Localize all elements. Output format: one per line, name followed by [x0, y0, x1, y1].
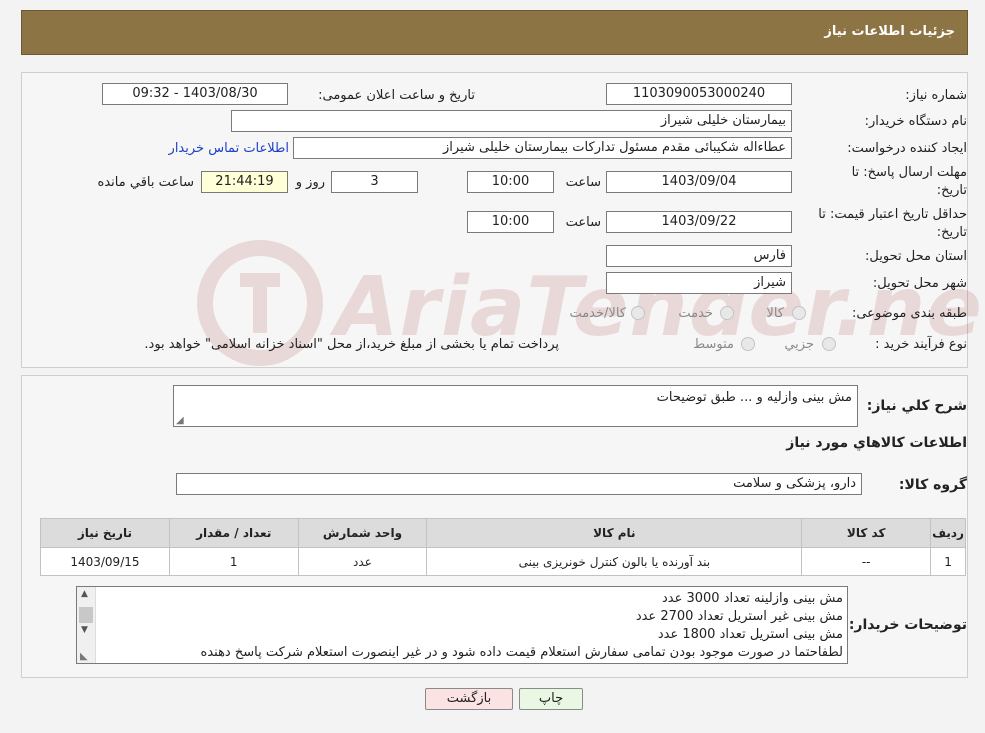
cell-unit: عدد — [297, 547, 428, 576]
col-unit: واحد شمارش — [297, 518, 428, 548]
goods-info-title: اطلاعات کالاهاي مورد نياز — [786, 435, 967, 451]
radio-service-label: خدمت — [678, 306, 713, 321]
category-label: طبقه بندی موضوعی: — [851, 306, 967, 321]
radio-goods-service[interactable] — [631, 306, 645, 320]
goods-table: رديف کد کالا نام کالا واحد شمارش تعداد /… — [40, 518, 966, 576]
buyer-note-line: مش بینی وازلینه تعداد 3000 عدد — [661, 591, 843, 606]
validity-date-field: 1403/09/22 — [606, 211, 792, 233]
scroll-thumb[interactable] — [79, 607, 93, 623]
col-code: کد کالا — [801, 518, 932, 548]
print-button[interactable]: چاپ — [519, 688, 583, 710]
announce-label: تاریخ و ساعت اعلان عمومی: — [318, 88, 475, 103]
buyer-notes-textarea[interactable]: مش بینی وازلینه تعداد 3000 عدد مش بینی غ… — [76, 586, 848, 664]
radio-goods[interactable] — [792, 306, 806, 320]
validity-time-label: ساعت — [565, 215, 601, 230]
cell-name: بند آورنده یا بالون کنترل خونریزی بینی — [426, 547, 803, 576]
back-button[interactable]: بازگشت — [425, 688, 513, 710]
description-text: مش بینی وازلیه و ... طبق توضیحات — [656, 390, 852, 405]
province-field: فارس — [606, 245, 792, 267]
radio-partial-label: جزیي — [784, 337, 814, 352]
scroll-down-icon[interactable]: ▼ — [81, 625, 88, 635]
validity-time-field: 10:00 — [467, 211, 554, 233]
goods-group-field: دارو، پزشکی و سلامت — [176, 473, 862, 495]
description-textarea[interactable]: مش بینی وازلیه و ... طبق توضیحات ◢ — [173, 385, 858, 427]
description-label: شرح کلي نياز: — [866, 398, 967, 414]
page-title: جزئیات اطلاعات نیاز — [824, 24, 955, 39]
resize-grip-icon: ◢ — [176, 415, 184, 426]
radio-partial[interactable] — [822, 337, 836, 351]
province-label: استان محل تحویل: — [865, 249, 967, 264]
deadline-label-2: تاریخ: — [936, 183, 967, 198]
buyer-note-line: مش بینی غیر استریل تعداد 2700 عدد — [635, 609, 843, 624]
scroll-up-icon[interactable]: ▲ — [81, 589, 88, 599]
table-header-row: رديف کد کالا نام کالا واحد شمارش تعداد /… — [40, 518, 966, 548]
radio-goods-label: کالا — [766, 306, 784, 321]
purchase-note: پرداخت تمام یا بخشی از مبلغ خرید،از محل … — [144, 337, 559, 352]
radio-medium[interactable] — [741, 337, 755, 351]
purchase-type-label: نوع فرآیند خرید : — [875, 337, 967, 352]
days-label: روز و — [295, 175, 325, 190]
col-qty: تعداد / مقدار — [168, 518, 299, 548]
goods-group-label: گروه کالا: — [898, 477, 967, 493]
deadline-label: مهلت ارسال پاسخ: تا — [851, 165, 967, 180]
buyer-org-field: بیمارستان خلیلی شیراز — [231, 110, 792, 132]
cell-date: 1403/09/15 — [40, 547, 170, 576]
buyer-note-line: لطفاحتما در صورت موجود بودن تمامی سفارش … — [200, 645, 843, 660]
announce-field: 1403/08/30 - 09:32 — [102, 83, 288, 105]
radio-goods-service-label: کالا/خدمت — [569, 306, 626, 321]
creator-label: ایجاد کننده درخواست: — [847, 141, 967, 156]
cell-row: 1 — [930, 547, 966, 576]
contact-info-link[interactable]: اطلاعات تماس خریدار — [169, 141, 289, 156]
need-number-field: 1103090053000240 — [606, 83, 792, 105]
need-number-label: شماره نیاز: — [905, 88, 967, 103]
validity-label: حداقل تاریخ اعتبار قیمت: تا — [818, 207, 967, 222]
page-header: جزئیات اطلاعات نیاز — [21, 10, 968, 55]
deadline-time-label: ساعت — [565, 175, 601, 190]
deadline-date-field: 1403/09/04 — [606, 171, 792, 193]
resize-grip-icon: ◣ — [80, 651, 88, 662]
col-row: رديف — [930, 518, 966, 548]
city-field: شیراز — [606, 272, 792, 294]
city-label: شهر محل تحویل: — [872, 276, 967, 291]
radio-service[interactable] — [720, 306, 734, 320]
days-remaining-field: 3 — [331, 171, 418, 193]
remaining-time-label: ساعت باقي مانده — [97, 175, 194, 190]
table-row: 1 -- بند آورنده یا بالون کنترل خونریزی ب… — [40, 547, 966, 576]
notes-scrollbar[interactable]: ▲ ▼ ◣ — [77, 587, 96, 663]
col-name: نام کالا — [426, 518, 803, 548]
deadline-time-field: 10:00 — [467, 171, 554, 193]
cell-qty: 1 — [168, 547, 299, 576]
remaining-time-field: 21:44:19 — [201, 171, 288, 193]
buyer-notes-label: توضیحات خریدار: — [848, 617, 967, 633]
cell-code: -- — [801, 547, 932, 576]
validity-label-2: تاریخ: — [936, 225, 967, 240]
creator-field: عطاءاله شکیبائی مقدم مسئول تدارکات بیمار… — [293, 137, 792, 159]
buyer-note-line: مش بینی استریل تعداد 1800 عدد — [657, 627, 843, 642]
col-date: تاریخ نیاز — [40, 518, 170, 548]
radio-medium-label: متوسط — [693, 337, 734, 352]
buyer-org-label: نام دستگاه خریدار: — [864, 114, 967, 129]
